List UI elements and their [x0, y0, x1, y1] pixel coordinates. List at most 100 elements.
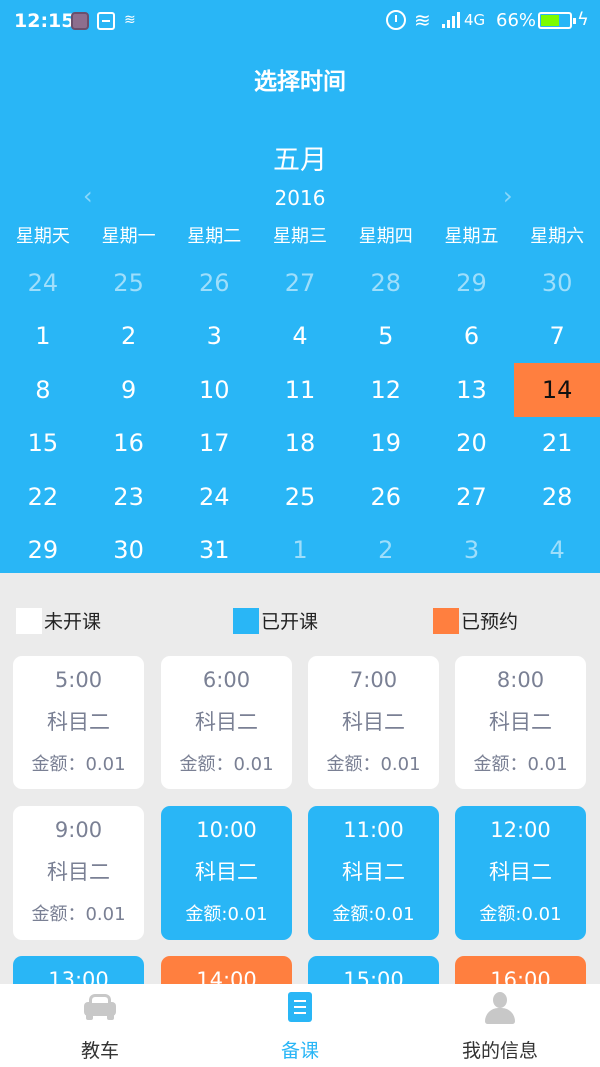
calendar-day[interactable]: 9 — [86, 363, 172, 417]
next-month-button[interactable]: › — [503, 182, 513, 210]
calendar-day[interactable]: 26 — [343, 470, 429, 524]
calendar-day[interactable]: 24 — [0, 256, 86, 310]
calendar-day[interactable]: 30 — [86, 524, 172, 578]
legend-swatch — [433, 607, 459, 634]
weekday-label: 星期六 — [530, 226, 585, 247]
calendar-day[interactable]: 10 — [171, 363, 257, 417]
calendar-day-selected[interactable]: 14 — [514, 363, 600, 417]
slot-subject: 科目二 — [489, 860, 552, 884]
time-slot-card[interactable]: 15:00 — [308, 956, 439, 984]
legend-item-booked: 已预约 — [433, 607, 518, 634]
slot-time: 14:00 — [196, 968, 257, 984]
time-slot-card[interactable]: 12:00 科目二 金额:0.01 — [455, 806, 586, 940]
signal-icon — [442, 12, 460, 28]
calendar-day[interactable]: 20 — [429, 417, 515, 471]
tab-teach-car[interactable]: 教车 — [0, 984, 200, 1067]
calendar-week-row: 24 25 26 27 28 29 30 — [0, 256, 600, 310]
slot-subject: 科目二 — [47, 860, 110, 884]
calendar-day[interactable]: 11 — [257, 363, 343, 417]
bottom-tab-bar: 教车 备课 我的信息 — [0, 984, 600, 1067]
calendar-day[interactable]: 15 — [0, 417, 86, 471]
wifi-small-icon: ≋ — [124, 12, 136, 28]
calendar-day[interactable]: 28 — [514, 470, 600, 524]
slot-subject: 科目二 — [195, 860, 258, 884]
legend-label: 未开课 — [44, 611, 102, 633]
time-slot-card[interactable]: 16:00 — [455, 956, 586, 984]
slot-price: 金额：0.01 — [31, 904, 126, 925]
calendar-day[interactable]: 17 — [171, 417, 257, 471]
calendar-day[interactable]: 18 — [257, 417, 343, 471]
calendar-day[interactable]: 6 — [429, 310, 515, 364]
calendar-day[interactable]: 21 — [514, 417, 600, 471]
charging-icon: ϟ — [577, 9, 589, 30]
time-slot-card[interactable]: 5:00 科目二 金额：0.01 — [13, 656, 144, 789]
time-slot-card[interactable]: 7:00 科目二 金额：0.01 — [308, 656, 439, 789]
tab-label: 备课 — [280, 1040, 319, 1062]
calendar-day[interactable]: 2 — [86, 310, 172, 364]
calendar-day[interactable]: 3 — [171, 310, 257, 364]
time-slot-card[interactable]: 14:00 — [161, 956, 292, 984]
calendar-day[interactable]: 7 — [514, 310, 600, 364]
calendar-day[interactable]: 25 — [257, 470, 343, 524]
calendar-day[interactable]: 23 — [86, 470, 172, 524]
calendar-week-row: 15 16 17 18 19 20 21 — [0, 417, 600, 471]
time-slot-card[interactable]: 10:00 科目二金额:0.01 — [161, 806, 292, 940]
calendar-day[interactable]: 29 — [429, 256, 515, 310]
time-slot-card[interactable]: 13:00 — [13, 956, 144, 984]
calendar-day[interactable]: 1 — [0, 310, 86, 364]
calendar-day[interactable]: 25 — [86, 256, 172, 310]
user-icon — [485, 992, 515, 1024]
tab-my-info[interactable]: 我的信息 — [400, 984, 600, 1067]
slot-time: 9:00 — [54, 818, 103, 842]
calendar-day[interactable]: 26 — [171, 256, 257, 310]
calendar-day[interactable]: 5 — [343, 310, 429, 364]
calendar-day[interactable]: 31 — [171, 524, 257, 578]
slot-time: 10:00 — [196, 818, 257, 842]
wifi-icon: ≋ — [414, 8, 431, 32]
time-slot-card[interactable]: 6:00 科目二 金额：0.01 — [161, 656, 292, 789]
prev-month-button[interactable]: ‹ — [83, 182, 93, 210]
calendar-header-area: 12:15 ≋ ≋ 4G 66% ϟ 选择时间 五月 2016 ‹ › 星期天 … — [0, 0, 600, 573]
time-slot-card[interactable]: 8:00 科目二 金额：0.01 — [455, 656, 586, 789]
slot-time: 6:00 — [202, 668, 251, 692]
slot-subject: 科目二 — [489, 710, 552, 734]
calendar-day[interactable]: 27 — [257, 256, 343, 310]
page-title: 选择时间 — [254, 69, 346, 95]
calendar-day[interactable]: 12 — [343, 363, 429, 417]
slot-price: 金额：0.01 — [473, 754, 568, 775]
weekday-label: 星期四 — [358, 226, 413, 247]
calendar-day[interactable]: 30 — [514, 256, 600, 310]
calendar-week-row: 1234567 — [0, 310, 600, 364]
calendar-day[interactable]: 28 — [343, 256, 429, 310]
calendar-month: 五月 — [273, 145, 327, 176]
slot-price: 金额：0.01 — [31, 754, 126, 775]
legend-swatch — [16, 607, 42, 634]
slot-subject: 科目二 — [342, 860, 405, 884]
calendar-day[interactable]: 16 — [86, 417, 172, 471]
time-slot-card[interactable]: 11:00 科目二 金额:0.01 — [308, 806, 439, 940]
calendar-day[interactable]: 8 — [0, 363, 86, 417]
weekday-label: 星期三 — [273, 226, 328, 247]
slot-time: 7:00 — [349, 668, 398, 692]
calendar-day[interactable]: 24 — [171, 470, 257, 524]
calendar-day[interactable]: 2 — [343, 524, 429, 578]
calendar-day[interactable]: 29 — [0, 524, 86, 578]
calendar-day[interactable]: 1 — [257, 524, 343, 578]
slot-price: 金额:0.01 — [185, 904, 268, 925]
weekday-label: 星期天 — [15, 226, 70, 247]
weekday-label: 星期二 — [187, 226, 242, 247]
calendar-day[interactable]: 3 — [429, 524, 515, 578]
calendar-day[interactable]: 27 — [429, 470, 515, 524]
tab-lesson-plan[interactable]: 备课 — [200, 984, 400, 1067]
calendar-day[interactable]: 19 — [343, 417, 429, 471]
calendar-day[interactable]: 13 — [429, 363, 515, 417]
calendar-week-row: 29 30 31 1 2 3 4 — [0, 524, 600, 578]
legend-label: 已开课 — [261, 611, 319, 633]
calendar-day[interactable]: 4 — [514, 524, 600, 578]
calendar-day[interactable]: 22 — [0, 470, 86, 524]
status-bar: 12:15 ≋ ≋ 4G 66% ϟ — [0, 0, 600, 42]
legend-item-not-open: 未开课 — [16, 607, 101, 634]
time-slot-card[interactable]: 9:00 科目二金额：0.01 — [13, 806, 144, 940]
calendar-day[interactable]: 4 — [257, 310, 343, 364]
slot-time: 15:00 — [343, 968, 404, 984]
